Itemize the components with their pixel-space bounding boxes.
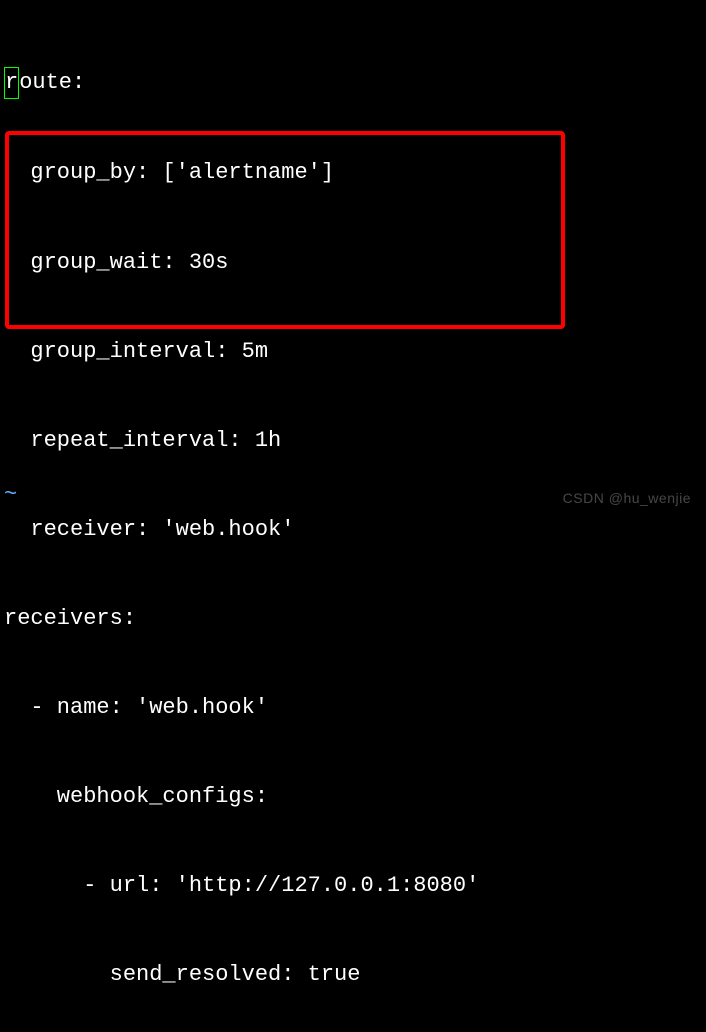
config-line: receivers: xyxy=(4,604,702,634)
config-line: send_resolved: true xyxy=(4,960,702,990)
config-line: repeat_interval: 1h xyxy=(4,426,702,456)
config-line: group_wait: 30s xyxy=(4,248,702,278)
config-line: - name: 'web.hook' xyxy=(4,693,702,723)
config-line: - url: 'http://127.0.0.1:8080' xyxy=(4,871,702,901)
line-text: oute: xyxy=(19,70,85,95)
terminal-output: route: group_by: ['alertname'] group_wai… xyxy=(4,8,702,1032)
config-line: webhook_configs: xyxy=(4,782,702,812)
vim-tilde: ~ xyxy=(4,480,17,510)
watermark-text: CSDN @hu_wenjie xyxy=(563,489,691,508)
config-line: group_interval: 5m xyxy=(4,337,702,367)
config-line: receiver: 'web.hook' xyxy=(4,515,702,545)
config-line: group_by: ['alertname'] xyxy=(4,158,702,188)
cursor: r xyxy=(4,67,19,99)
config-line: route: xyxy=(4,67,702,99)
